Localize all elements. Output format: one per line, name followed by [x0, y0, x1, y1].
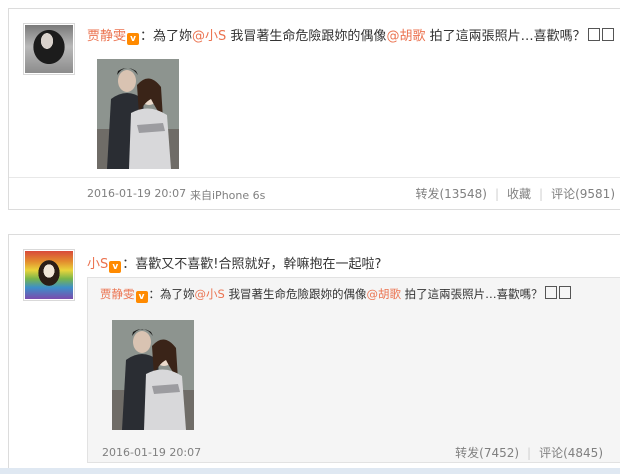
emoji-placeholder-icon	[558, 286, 571, 299]
mention-link[interactable]: @胡歌	[386, 29, 425, 44]
post-text: ：為了妳	[148, 287, 195, 301]
favorite-button[interactable]: 收藏	[507, 187, 531, 201]
action-separator: |	[494, 187, 500, 201]
repost-timestamp-link[interactable]: 2016-01-19 20:07	[102, 446, 201, 459]
post-text: 拍了這兩張照片…喜歡嗎？	[400, 287, 543, 301]
reposted-content-box: 贾静雯 v ：為了妳@小S 我冒著生命危險跟妳的偶像@胡歌 拍了這兩張照片…喜歡嗎？…	[87, 277, 620, 463]
emoji-placeholder-icon	[601, 28, 614, 41]
emoji-placeholder-icon	[544, 286, 557, 299]
mention-link[interactable]: @小S	[192, 29, 226, 44]
repost-actions: 转发(7452) | 评论(4845)	[455, 444, 603, 461]
username-link[interactable]: 贾静雯	[87, 29, 126, 44]
repost-photo[interactable]	[112, 320, 194, 430]
mention-link[interactable]: @小S	[195, 287, 225, 301]
emoji-placeholder-icon	[587, 28, 600, 41]
post-photo[interactable]	[97, 59, 179, 169]
post-source: 来自iPhone 6s	[190, 189, 266, 202]
comment-button[interactable]: 评论(9581)	[551, 187, 615, 201]
username-link[interactable]: 小S	[87, 257, 108, 272]
post-timestamp-link[interactable]: 2016-01-19 20:07	[87, 187, 186, 200]
repost-button[interactable]: 转发(7452)	[455, 446, 519, 460]
couple-photo-image	[112, 320, 194, 430]
post-text: ：喜歡又不喜歡!合照就好，幹嘛抱在一起啦?	[122, 257, 382, 272]
couple-photo-image	[97, 59, 179, 169]
verified-badge-icon: v	[109, 261, 122, 273]
repost-button[interactable]: 转发(13548)	[415, 187, 487, 201]
post-text: 我冒著生命危險跟妳的偶像	[226, 29, 387, 44]
verified-badge-icon: v	[127, 33, 140, 45]
verified-badge-icon: v	[135, 291, 148, 303]
action-separator: |	[539, 187, 544, 201]
post-text: 我冒著生命危險跟妳的偶像	[224, 287, 367, 301]
repost-text-line: 贾静雯 v ：為了妳@小S 我冒著生命危險跟妳的偶像@胡歌 拍了這兩張照片…喜歡嗎？	[100, 286, 571, 303]
post-actions: 转发(13548) | 收藏 | 评论(9581)	[415, 185, 615, 202]
post-text: ：為了妳	[140, 29, 193, 44]
user-avatar[interactable]	[23, 23, 75, 75]
post-text-line: 贾静雯 v ：為了妳@小S 我冒著生命危險跟妳的偶像@胡歌 拍了這兩張照片…喜歡嗎？	[87, 25, 614, 45]
post-text: 拍了這兩張照片…喜歡嗎？	[425, 29, 586, 44]
weibo-post-card: 小S v ：喜歡又不喜歡!合照就好，幹嘛抱在一起啦? 贾静雯 v ：為了妳@小S 我冒著…	[8, 234, 620, 472]
username-link[interactable]: 贾静雯	[100, 287, 135, 301]
card-divider	[9, 177, 620, 178]
avatar-image	[25, 251, 73, 299]
comment-button[interactable]: 评论(4845)	[539, 446, 603, 460]
user-avatar[interactable]	[23, 249, 75, 301]
mention-link[interactable]: @胡歌	[366, 287, 401, 301]
action-separator: |	[527, 446, 532, 460]
page-bottom-strip	[0, 468, 620, 474]
weibo-post-card: 贾静雯 v ：為了妳@小S 我冒著生命危險跟妳的偶像@胡歌 拍了這兩張照片…喜歡嗎？…	[8, 8, 620, 210]
post-text-line: 小S v ：喜歡又不喜歡!合照就好，幹嘛抱在一起啦?	[87, 253, 381, 273]
avatar-image	[25, 25, 73, 73]
